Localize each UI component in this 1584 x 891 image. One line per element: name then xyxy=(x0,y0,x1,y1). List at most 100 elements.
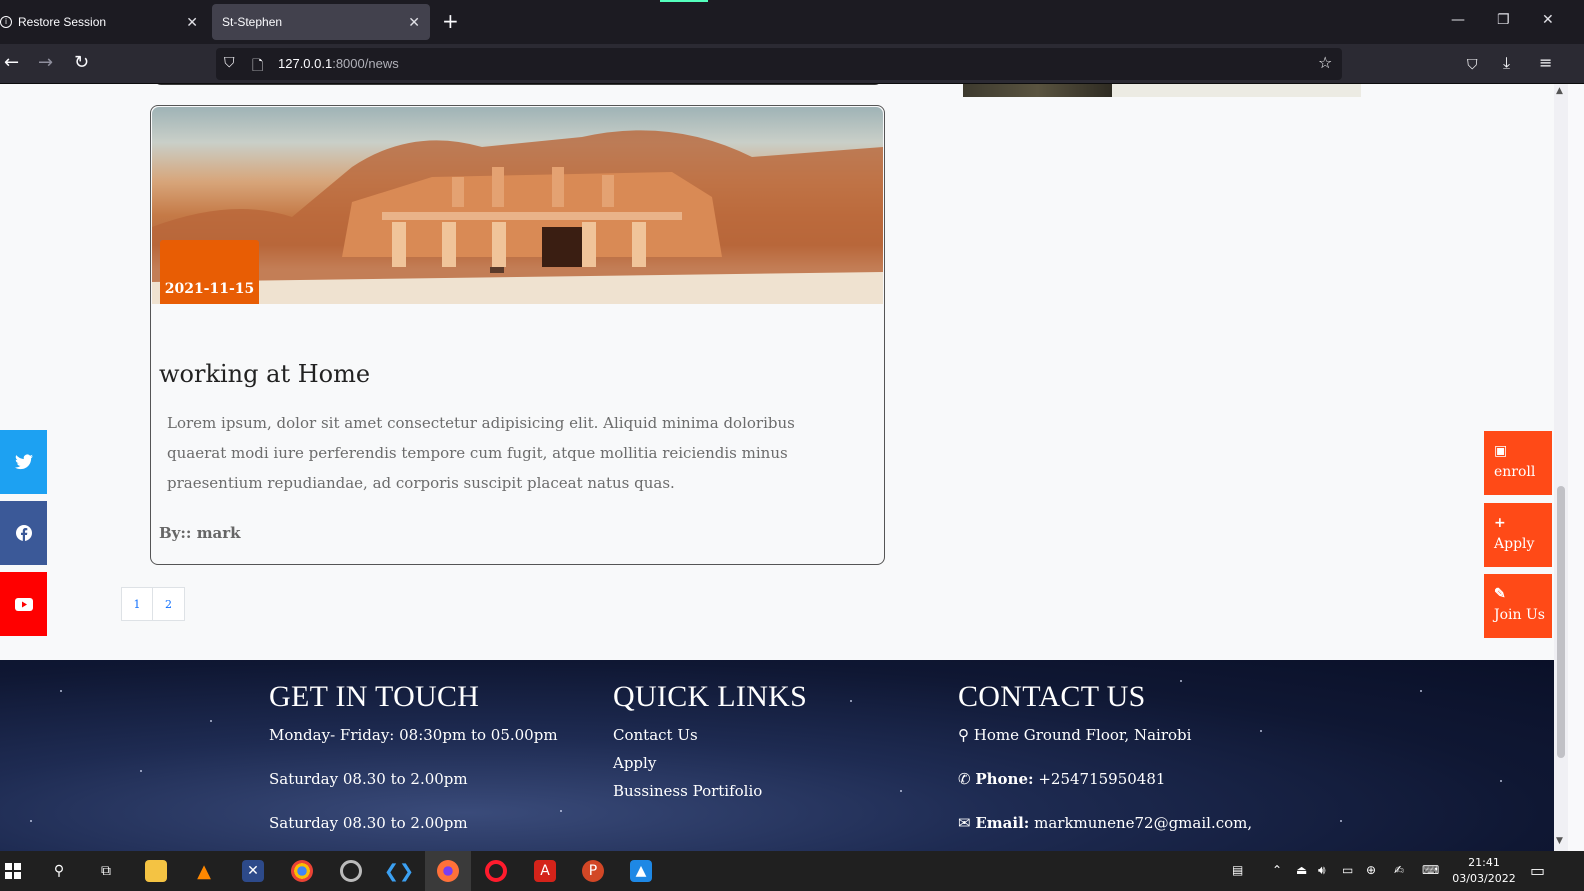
vscode-icon[interactable]: ❮❯ xyxy=(384,860,414,882)
photos-icon[interactable]: ▲ xyxy=(630,860,652,882)
search-icon[interactable]: ⚲ xyxy=(48,860,70,882)
page-scrollbar[interactable]: ▲ ▼ xyxy=(1554,84,1568,851)
url-text[interactable]: 127.0.0.1:8000/news xyxy=(278,56,399,71)
chrome-icon[interactable] xyxy=(291,860,313,882)
close-window-icon[interactable]: ✕ xyxy=(1542,12,1554,28)
phone-icon: ✆ xyxy=(958,770,971,788)
vlc-icon[interactable]: ▲ xyxy=(193,860,215,882)
hours-line: Saturday 08.30 to 2.00pm xyxy=(269,814,468,832)
browser-nav-bar: ← → ↻ ⛉ 🗋 127.0.0.1:8000/news ☆ ⛉ ⤓ ≡ xyxy=(0,44,1584,84)
file-explorer-icon[interactable] xyxy=(145,860,167,882)
app-icon[interactable]: ✕ xyxy=(242,860,264,882)
quick-links-heading: QUICK LINKS xyxy=(613,680,808,713)
petra-treasury-image xyxy=(152,130,883,304)
news-body: Lorem ipsum, dolor sit amet consectetur … xyxy=(167,414,795,492)
enroll-label: enroll xyxy=(1494,464,1536,480)
footer-quick-links: QUICK LINKS Contact Us Apply Bussiness P… xyxy=(613,680,807,810)
news-image: 2021-11-15 xyxy=(152,107,883,304)
keyboard-icon[interactable]: ⌨ xyxy=(1422,863,1439,877)
tab-strip-accent xyxy=(660,0,708,2)
music-player-icon[interactable] xyxy=(340,860,362,882)
phone-line: ✆ Phone: +254715950481 xyxy=(958,770,1252,788)
clock-date: 03/03/2022 xyxy=(1452,872,1516,885)
footer-link-portfolio[interactable]: Bussiness Portifolio xyxy=(613,782,807,800)
tab-st-stephen[interactable]: St-Stephen ✕ xyxy=(212,4,430,40)
firefox-icon[interactable] xyxy=(437,860,459,882)
close-tab-icon[interactable]: ✕ xyxy=(408,14,420,31)
date-badge: 2021-11-15 xyxy=(160,240,259,304)
battery-icon[interactable]: ▭ xyxy=(1342,863,1353,877)
bookmark-star-icon[interactable]: ☆ xyxy=(1318,53,1332,72)
contact-us-heading: CONTACT US xyxy=(958,680,1146,713)
sidebar-image xyxy=(963,84,1361,97)
taskbar-clock[interactable]: 21:41 03/03/2022 xyxy=(1452,855,1516,887)
restore-window-icon[interactable]: ❐ xyxy=(1497,12,1510,28)
twitter-icon xyxy=(14,454,33,470)
address-line: ⚲ Home Ground Floor, Nairobi xyxy=(958,726,1252,744)
browser-tab-bar: i Restore Session ✕ St-Stephen ✕ + — ❐ ✕ xyxy=(0,0,1584,44)
news-widget-icon[interactable]: ▤ xyxy=(1232,863,1243,877)
back-icon[interactable]: ← xyxy=(4,53,19,73)
network-globe-icon[interactable]: ⊕ xyxy=(1366,863,1376,877)
tray-chevron-icon[interactable]: ⌃ xyxy=(1272,863,1282,877)
notification-icon[interactable]: ▭ xyxy=(1530,861,1545,880)
scroll-down-icon[interactable]: ▼ xyxy=(1556,836,1563,846)
windows-taskbar: ⚲ ⧉ ▲ ✕ ❮❯ A P ▲ ▤ ⌃ ⏏ 🔊︎ ▭ ⊕ ✍ ⌨ 21:41 … xyxy=(0,851,1584,891)
site-footer: GET IN TOUCH Monday- Friday: 08:30pm to … xyxy=(0,660,1554,851)
new-tab-button[interactable]: + xyxy=(442,10,459,32)
apply-button[interactable]: + Apply xyxy=(1484,503,1552,567)
forward-icon[interactable]: → xyxy=(38,53,53,73)
page-icon[interactable]: 🗋 xyxy=(252,55,263,79)
pen-icon[interactable]: ✍ xyxy=(1394,863,1404,877)
hours-line: Monday- Friday: 08:30pm to 05.00pm xyxy=(269,726,558,744)
pagination: 1 2 xyxy=(121,587,185,621)
news-author: By:: mark xyxy=(159,524,241,542)
youtube-button[interactable] xyxy=(0,572,47,636)
join-us-button[interactable]: ✎ Join Us xyxy=(1484,574,1552,638)
tab-label: St-Stephen xyxy=(222,15,283,29)
twitter-button[interactable] xyxy=(0,430,47,494)
url-path: :8000/news xyxy=(332,56,399,71)
tab-restore-session[interactable]: i Restore Session ✕ xyxy=(0,4,208,40)
envelope-icon: ✉ xyxy=(958,814,971,832)
phone-label: Phone: xyxy=(975,770,1034,788)
get-in-touch-heading: GET IN TOUCH xyxy=(269,680,480,713)
opera-icon[interactable] xyxy=(485,860,507,882)
powerpoint-icon[interactable]: P xyxy=(582,860,604,882)
apply-label: Apply xyxy=(1494,536,1535,552)
clock-time: 21:41 xyxy=(1468,856,1500,869)
windows-start-icon[interactable] xyxy=(2,860,24,882)
map-marker-icon: ⚲ xyxy=(958,726,969,744)
hours-line: Saturday 08.30 to 2.00pm xyxy=(269,770,468,788)
reload-icon[interactable]: ↻ xyxy=(74,53,89,73)
scrollbar-thumb[interactable] xyxy=(1557,486,1565,758)
volume-icon[interactable]: 🔊︎ xyxy=(1318,863,1326,878)
address-text: Home Ground Floor, Nairobi xyxy=(973,726,1192,744)
plus-icon: + xyxy=(1494,515,1506,531)
facebook-icon xyxy=(15,525,32,541)
email-line: ✉ Email: markmunene72@gmail.com, xyxy=(958,814,1252,832)
enroll-button[interactable]: ▣ enroll xyxy=(1484,431,1552,495)
footer-link-contact-us[interactable]: Contact Us xyxy=(613,726,807,744)
task-view-icon[interactable]: ⧉ xyxy=(95,860,117,882)
news-title[interactable]: working at Home xyxy=(159,360,370,388)
id-card-icon: ▣ xyxy=(1494,443,1508,459)
minimize-icon[interactable]: — xyxy=(1451,12,1465,28)
footer-link-apply[interactable]: Apply xyxy=(613,754,807,772)
url-bar[interactable]: ⛉ 🗋 127.0.0.1:8000/news ☆ xyxy=(216,48,1342,80)
download-icon[interactable]: ⤓ xyxy=(1503,53,1510,73)
phone-number: +254715950481 xyxy=(1038,770,1166,788)
close-tab-icon[interactable]: ✕ xyxy=(186,14,198,31)
facebook-button[interactable] xyxy=(0,501,47,565)
menu-icon[interactable]: ≡ xyxy=(1539,53,1552,73)
shield-icon[interactable]: ⛉ xyxy=(224,55,235,71)
page-link-1[interactable]: 1 xyxy=(121,587,153,621)
scroll-up-icon[interactable]: ▲ xyxy=(1556,86,1563,96)
usb-icon[interactable]: ⏏ xyxy=(1296,863,1307,877)
page-link-2[interactable]: 2 xyxy=(153,587,185,621)
acrobat-icon[interactable]: A xyxy=(534,860,556,882)
email-label: Email: xyxy=(975,814,1030,832)
url-host: 127.0.0.1 xyxy=(278,56,333,71)
pocket-icon[interactable]: ⛉ xyxy=(1467,55,1478,75)
email-address[interactable]: markmunene72@gmail.com, xyxy=(1034,814,1252,832)
